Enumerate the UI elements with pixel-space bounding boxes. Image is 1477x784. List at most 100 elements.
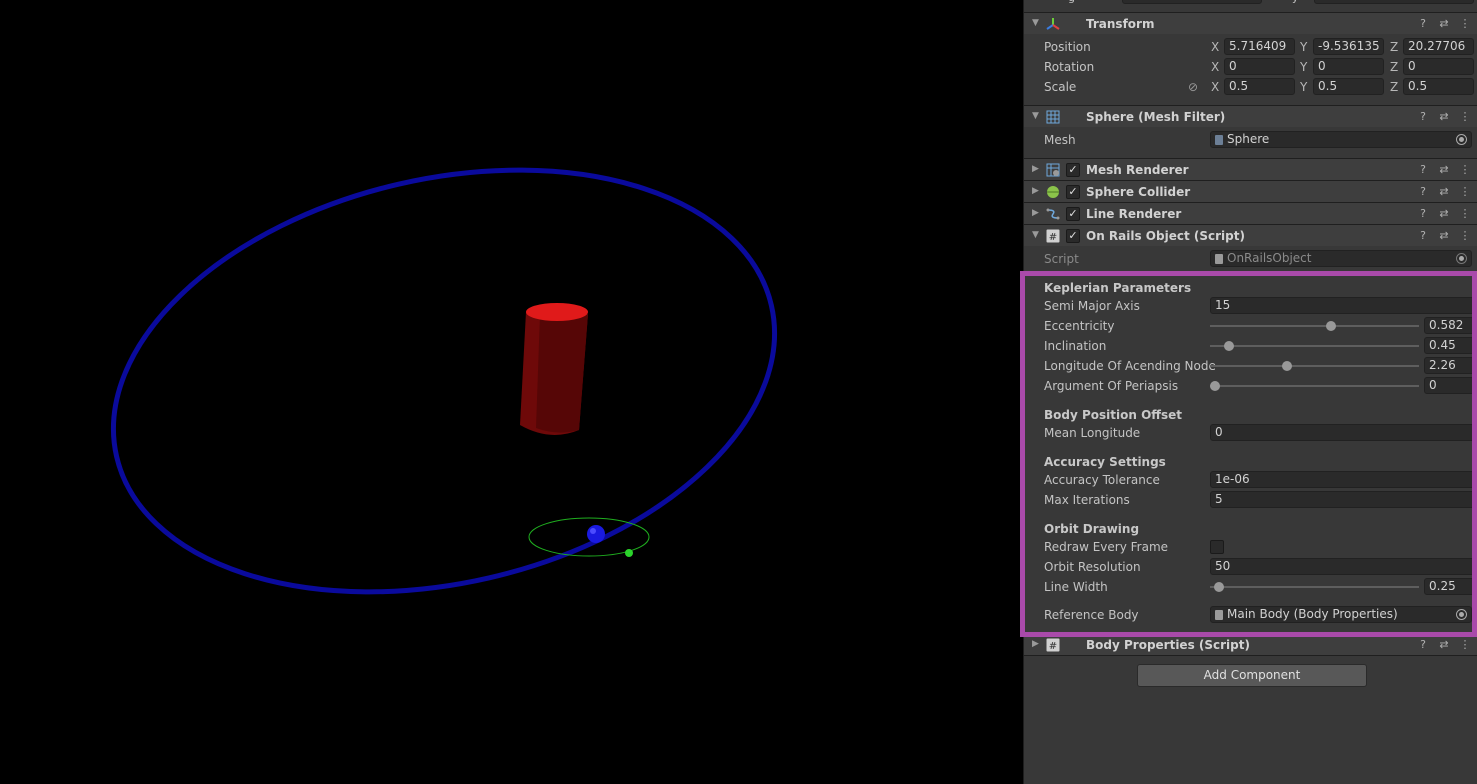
mesh-renderer-header[interactable]: ▶ ✓ Mesh Renderer ? ⇄ ⋮ [1024, 158, 1477, 180]
presets-icon[interactable]: ⇄ [1437, 229, 1451, 243]
help-icon[interactable]: ? [1416, 207, 1430, 221]
axis-y-label[interactable]: Y [1300, 40, 1307, 54]
layer-field[interactable] [1314, 0, 1474, 4]
help-icon[interactable]: ? [1416, 110, 1430, 124]
slider-thumb[interactable] [1325, 321, 1336, 331]
mesh-filter-header[interactable]: ▼ Sphere (Mesh Filter) ? ⇄ ⋮ [1024, 105, 1477, 127]
slider-thumb[interactable] [1213, 582, 1224, 592]
object-picker-icon[interactable] [1456, 609, 1467, 620]
presets-icon[interactable]: ⇄ [1437, 185, 1451, 199]
help-icon[interactable]: ? [1416, 163, 1430, 177]
slider-track[interactable] [1210, 586, 1419, 588]
grid-renderer-icon [1046, 163, 1060, 177]
help-icon[interactable]: ? [1416, 638, 1430, 652]
argument-periapsis-field[interactable]: 0 [1424, 377, 1476, 394]
position-z-field[interactable]: 20.27706 [1403, 38, 1474, 55]
presets-icon[interactable]: ⇄ [1437, 163, 1451, 177]
line-width-field[interactable]: 0.25 [1424, 578, 1476, 595]
body-properties-header[interactable]: ▶ # Body Properties (Script) ? ⇄ ⋮ [1024, 633, 1477, 655]
rotation-y-field[interactable]: 0 [1313, 58, 1384, 75]
constrain-proportions-icon[interactable]: ⊘ [1188, 80, 1198, 94]
accuracy-tolerance-field[interactable]: 1e-06 [1210, 471, 1476, 488]
on-rails-header[interactable]: ▼ # ✓ On Rails Object (Script) ? ⇄ ⋮ [1024, 224, 1477, 246]
foldout-arrow-icon[interactable]: ▶ [1032, 208, 1042, 218]
help-icon[interactable]: ? [1416, 229, 1430, 243]
axis-z-label[interactable]: Z [1390, 60, 1398, 74]
presets-icon[interactable]: ⇄ [1437, 17, 1451, 31]
sphere-collider-header[interactable]: ▶ ✓ Sphere Collider ? ⇄ ⋮ [1024, 180, 1477, 202]
axis-z-label[interactable]: Z [1390, 80, 1398, 94]
slider-thumb[interactable] [1210, 381, 1220, 391]
slider-track[interactable] [1210, 365, 1419, 367]
max-iterations-field[interactable]: 5 [1210, 491, 1476, 508]
reference-body-field[interactable]: Main Body (Body Properties) [1210, 606, 1472, 623]
axis-z-label[interactable]: Z [1390, 40, 1398, 54]
foldout-arrow-icon[interactable]: ▶ [1032, 186, 1042, 196]
inclination-field[interactable]: 0.45 [1424, 337, 1476, 354]
axis-y-label[interactable]: Y [1300, 80, 1307, 94]
kebab-menu-icon[interactable]: ⋮ [1458, 207, 1472, 221]
argument-periapsis-slider[interactable] [1210, 376, 1419, 396]
line-renderer-header[interactable]: ▶ ✓ Line Renderer ? ⇄ ⋮ [1024, 202, 1477, 224]
longitude-node-field[interactable]: 2.26 [1424, 357, 1476, 374]
central-body-cylinder[interactable] [520, 303, 588, 435]
foldout-arrow-icon[interactable]: ▼ [1032, 230, 1042, 240]
scene-canvas[interactable] [0, 0, 1023, 784]
slider-track[interactable] [1210, 345, 1419, 347]
foldout-arrow-icon[interactable]: ▼ [1032, 18, 1042, 28]
sphere-collider-enabled-checkbox[interactable]: ✓ [1066, 185, 1080, 199]
rotation-z-field[interactable]: 0 [1403, 58, 1474, 75]
longitude-node-slider[interactable] [1210, 356, 1419, 376]
scene-view[interactable] [0, 0, 1023, 784]
foldout-arrow-icon[interactable]: ▼ [1032, 111, 1042, 121]
presets-icon[interactable]: ⇄ [1437, 638, 1451, 652]
add-component-button[interactable]: Add Component [1137, 664, 1367, 687]
line-width-slider[interactable] [1210, 577, 1419, 597]
scale-z-field[interactable]: 0.5 [1403, 78, 1474, 95]
slider-thumb[interactable] [1281, 361, 1292, 371]
foldout-arrow-icon[interactable]: ▶ [1032, 639, 1042, 649]
rotation-x-field[interactable]: 0 [1224, 58, 1295, 75]
mesh-label: Mesh [1044, 133, 1076, 147]
slider-track[interactable] [1210, 325, 1419, 327]
mean-longitude-field[interactable]: 0 [1210, 424, 1476, 441]
tag-field[interactable] [1122, 0, 1262, 4]
position-y-field[interactable]: -9.536135 [1313, 38, 1384, 55]
eccentricity-slider[interactable] [1210, 316, 1419, 336]
orbit-resolution-field[interactable]: 50 [1210, 558, 1476, 575]
on-rails-title: On Rails Object (Script) [1086, 229, 1245, 243]
eccentricity-field[interactable]: 0.582 [1424, 317, 1476, 334]
help-icon[interactable]: ? [1416, 17, 1430, 31]
gizmo-handle[interactable] [625, 549, 633, 557]
redraw-checkbox[interactable] [1210, 540, 1224, 554]
presets-icon[interactable]: ⇄ [1437, 207, 1451, 221]
transform-header[interactable]: ▼ Transform ? ⇄ ⋮ [1024, 12, 1477, 34]
kebab-menu-icon[interactable]: ⋮ [1458, 185, 1472, 199]
mesh-object-field[interactable]: Sphere [1210, 131, 1472, 148]
position-x-field[interactable]: 5.716409 [1224, 38, 1295, 55]
orbiting-body-sphere[interactable] [587, 525, 605, 543]
inclination-slider[interactable] [1210, 336, 1419, 356]
kebab-menu-icon[interactable]: ⋮ [1458, 163, 1472, 177]
presets-icon[interactable]: ⇄ [1437, 110, 1451, 124]
mesh-renderer-enabled-checkbox[interactable]: ✓ [1066, 163, 1080, 177]
scale-y-field[interactable]: 0.5 [1313, 78, 1384, 95]
kebab-menu-icon[interactable]: ⋮ [1458, 110, 1472, 124]
help-icon[interactable]: ? [1416, 185, 1430, 199]
axis-y-label[interactable]: Y [1300, 60, 1307, 74]
axis-x-label[interactable]: X [1211, 40, 1219, 54]
slider-thumb[interactable] [1223, 341, 1234, 351]
scale-x-field[interactable]: 0.5 [1224, 78, 1295, 95]
axis-x-label[interactable]: X [1211, 80, 1219, 94]
kebab-menu-icon[interactable]: ⋮ [1458, 229, 1472, 243]
kebab-menu-icon[interactable]: ⋮ [1458, 638, 1472, 652]
slider-track[interactable] [1210, 385, 1419, 387]
on-rails-enabled-checkbox[interactable]: ✓ [1066, 229, 1080, 243]
object-picker-icon[interactable] [1456, 134, 1467, 145]
foldout-arrow-icon[interactable]: ▶ [1032, 164, 1042, 174]
line-renderer-enabled-checkbox[interactable]: ✓ [1066, 207, 1080, 221]
kebab-menu-icon[interactable]: ⋮ [1458, 17, 1472, 31]
axis-x-label[interactable]: X [1211, 60, 1219, 74]
semi-major-axis-field[interactable]: 15 [1210, 297, 1476, 314]
max-iterations-row: Max Iterations 5 [1024, 490, 1477, 510]
